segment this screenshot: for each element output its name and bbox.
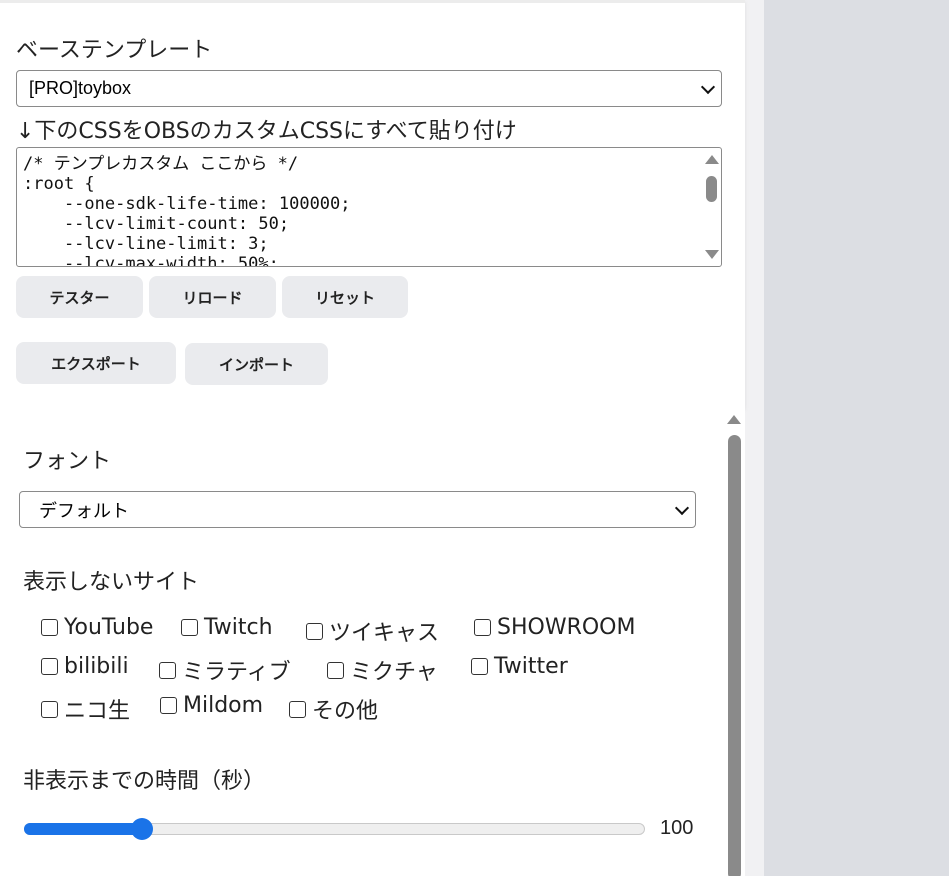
scroll-up-arrow-icon[interactable] bbox=[727, 415, 741, 424]
site-checkbox-mixchannel[interactable]: ミクチャ bbox=[327, 654, 438, 686]
slider-fill bbox=[24, 823, 142, 835]
scroll-down-arrow-icon[interactable] bbox=[705, 250, 719, 259]
site-label: その他 bbox=[312, 699, 379, 724]
tester-button[interactable]: テスター bbox=[16, 276, 143, 318]
chevron-down-icon bbox=[700, 79, 716, 94]
hide-time-slider[interactable] bbox=[24, 818, 645, 840]
site-checkbox-bilibili[interactable]: bilibili bbox=[41, 654, 129, 679]
chevron-down-icon bbox=[674, 500, 690, 515]
checkbox[interactable] bbox=[41, 658, 58, 675]
panel-gutter bbox=[745, 0, 764, 876]
site-checkbox-niconico[interactable]: ニコ生 bbox=[41, 693, 130, 725]
textarea-scrollbar[interactable] bbox=[701, 148, 721, 266]
template-panel: ベーステンプレート [PRO]toybox ↓下のCSSをOBSのカスタムCSS… bbox=[0, 0, 745, 408]
checkbox[interactable] bbox=[327, 661, 344, 679]
checkbox[interactable] bbox=[471, 658, 488, 675]
css-code-text: /* テンプレカスタム ここから */ :root { --one-sdk-li… bbox=[23, 154, 351, 267]
checkbox[interactable] bbox=[181, 619, 198, 636]
checkbox[interactable] bbox=[160, 697, 177, 714]
template-label: ベーステンプレート bbox=[16, 38, 213, 63]
checkbox[interactable] bbox=[41, 700, 58, 718]
export-button[interactable]: エクスポート bbox=[16, 342, 176, 384]
checkbox[interactable] bbox=[306, 622, 323, 640]
site-checkbox-twitcasting[interactable]: ツイキャス bbox=[306, 615, 439, 647]
site-checkbox-other[interactable]: その他 bbox=[289, 693, 378, 725]
css-instruction-label: ↓下のCSSをOBSのカスタムCSSにすべて貼り付け bbox=[16, 119, 517, 144]
template-select[interactable]: [PRO]toybox bbox=[16, 70, 722, 107]
hide-time-value: 100 bbox=[660, 817, 694, 839]
font-select[interactable]: デフォルト bbox=[19, 491, 696, 528]
reload-button[interactable]: リロード bbox=[149, 276, 276, 318]
site-label: Twitch bbox=[204, 615, 273, 640]
template-select-value: [PRO]toybox bbox=[29, 78, 132, 98]
hide-time-label: 非表示までの時間（秒） bbox=[23, 769, 266, 794]
hide-sites-label: 表示しないサイト bbox=[23, 570, 200, 595]
reset-button[interactable]: リセット bbox=[282, 276, 408, 318]
checkbox[interactable] bbox=[159, 661, 176, 679]
right-background bbox=[764, 0, 949, 876]
import-button[interactable]: インポート bbox=[185, 343, 328, 385]
site-checkbox-showroom[interactable]: SHOWROOM bbox=[474, 615, 635, 640]
checkbox[interactable] bbox=[289, 700, 306, 718]
site-label: SHOWROOM bbox=[497, 615, 636, 640]
slider-thumb[interactable] bbox=[130, 818, 153, 840]
scroll-up-arrow-icon[interactable] bbox=[705, 155, 719, 164]
site-label: bilibili bbox=[64, 654, 129, 679]
checkbox[interactable] bbox=[474, 619, 491, 636]
site-checkbox-mildom[interactable]: Mildom bbox=[160, 693, 263, 718]
checkbox[interactable] bbox=[41, 619, 58, 636]
scroll-thumb[interactable] bbox=[728, 435, 741, 876]
css-code-textarea[interactable]: /* テンプレカスタム ここから */ :root { --one-sdk-li… bbox=[16, 147, 722, 267]
site-label: ミラティブ bbox=[182, 660, 291, 685]
site-label: Twitter bbox=[494, 654, 568, 679]
font-select-value: デフォルト bbox=[39, 500, 129, 521]
scroll-thumb[interactable] bbox=[706, 176, 717, 202]
site-label: ミクチャ bbox=[350, 660, 438, 685]
site-checkbox-mirrativ[interactable]: ミラティブ bbox=[159, 654, 291, 686]
settings-scrollbar[interactable] bbox=[724, 408, 745, 876]
site-label: YouTube bbox=[64, 615, 154, 640]
font-label: フォント bbox=[23, 449, 112, 474]
site-label: Mildom bbox=[183, 693, 264, 718]
site-checkbox-youtube[interactable]: YouTube bbox=[41, 615, 153, 640]
site-label: ニコ生 bbox=[64, 699, 131, 724]
site-checkbox-twitch[interactable]: Twitch bbox=[181, 615, 273, 640]
site-checkbox-twitter[interactable]: Twitter bbox=[471, 654, 568, 679]
site-label: ツイキャス bbox=[329, 621, 440, 646]
